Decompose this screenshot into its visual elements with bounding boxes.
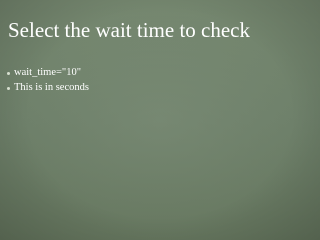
bullet-text: This is in seconds — [14, 82, 89, 94]
bullet-list: wait_time="10" This is in seconds — [5, 67, 305, 97]
bullet-icon — [7, 72, 10, 75]
bullet-text: wait_time="10" — [14, 67, 81, 79]
bullet-item-seconds: This is in seconds — [5, 82, 305, 95]
bullet-item-wait-time: wait_time="10" — [5, 67, 305, 80]
bullet-icon — [7, 87, 10, 90]
presentation-slide: Select the wait time to check wait_time=… — [0, 0, 320, 240]
slide-title: Select the wait time to check — [8, 18, 250, 42]
